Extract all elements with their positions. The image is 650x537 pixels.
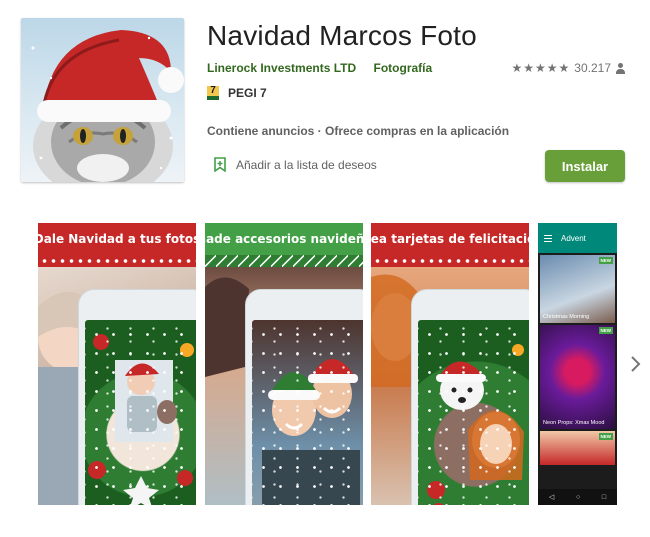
screenshot-3[interactable]: Crea tarjetas de felicitación bbox=[371, 223, 529, 505]
rating-summary: ★★★★★ 30.217 bbox=[511, 61, 625, 75]
android-nav-bar: ◁ ○ □ bbox=[538, 489, 617, 505]
person-icon bbox=[615, 62, 625, 74]
rating-stars: ★★★★★ bbox=[511, 61, 571, 75]
screenshot-banner: Dale Navidad a tus fotos bbox=[38, 223, 196, 255]
new-badge: NEW bbox=[598, 433, 613, 440]
screenshot-banner: Añade accesorios navideños bbox=[205, 223, 363, 255]
pegi-icon: 7 bbox=[207, 86, 219, 100]
pegi-label: PEGI 7 bbox=[228, 86, 267, 100]
decorative-strip bbox=[38, 255, 196, 267]
wishlist-label: Añadir a la lista de deseos bbox=[236, 157, 377, 172]
menu-icon bbox=[544, 234, 552, 242]
snow-overlay bbox=[252, 320, 363, 505]
phone-mockup bbox=[411, 289, 529, 505]
phone-screen bbox=[252, 320, 363, 505]
home-icon: ○ bbox=[575, 493, 581, 501]
decorative-strip bbox=[371, 255, 529, 267]
content-rating: 7 PEGI 7 bbox=[207, 86, 267, 100]
screenshot-2[interactable]: Añade accesorios navideños bbox=[205, 223, 363, 505]
ads-notice: Contiene anuncios · Ofrece compras en la… bbox=[207, 124, 510, 138]
card-label: Christmas Morning bbox=[543, 314, 590, 320]
rating-count: 30.217 bbox=[574, 61, 611, 75]
advent-title: Advent bbox=[561, 233, 586, 243]
snow-overlay bbox=[418, 320, 529, 505]
recents-icon: □ bbox=[601, 493, 607, 501]
phone-screen bbox=[85, 320, 196, 505]
screenshot-1[interactable]: Dale Navidad a tus fotos bbox=[38, 223, 196, 505]
snow-overlay bbox=[85, 320, 196, 505]
new-badge: NEW bbox=[598, 327, 613, 334]
phone-screen bbox=[418, 320, 529, 505]
advent-card: NEW Christmas Morning bbox=[540, 255, 615, 323]
screenshot-banner: Crea tarjetas de felicitación bbox=[371, 223, 529, 255]
app-meta: Linerock Investments LTD Fotografía bbox=[207, 61, 432, 75]
screenshot-4[interactable]: Advent NEW Christmas Morning NEW Neon Pr… bbox=[538, 223, 617, 505]
advent-app-bar: Advent bbox=[538, 223, 617, 253]
phone-mockup bbox=[78, 289, 196, 505]
category-link[interactable]: Fotografía bbox=[374, 61, 433, 75]
wishlist-button[interactable]: Añadir a la lista de deseos bbox=[214, 157, 377, 172]
install-button[interactable]: Instalar bbox=[545, 150, 625, 182]
decorative-strip bbox=[205, 255, 363, 267]
developer-link[interactable]: Linerock Investments LTD bbox=[207, 61, 356, 75]
app-icon bbox=[21, 18, 184, 182]
advent-card: NEW Neon Props: Xmas Mood bbox=[540, 325, 615, 429]
app-title: Navidad Marcos Foto bbox=[207, 20, 477, 51]
chevron-right-icon[interactable] bbox=[629, 355, 641, 373]
back-icon: ◁ bbox=[548, 494, 555, 501]
new-badge: NEW bbox=[598, 257, 613, 264]
card-label: Neon Props: Xmas Mood bbox=[543, 420, 605, 426]
phone-mockup bbox=[245, 289, 363, 505]
bookmark-add-icon bbox=[214, 157, 226, 172]
advent-card: NEW bbox=[540, 431, 615, 465]
